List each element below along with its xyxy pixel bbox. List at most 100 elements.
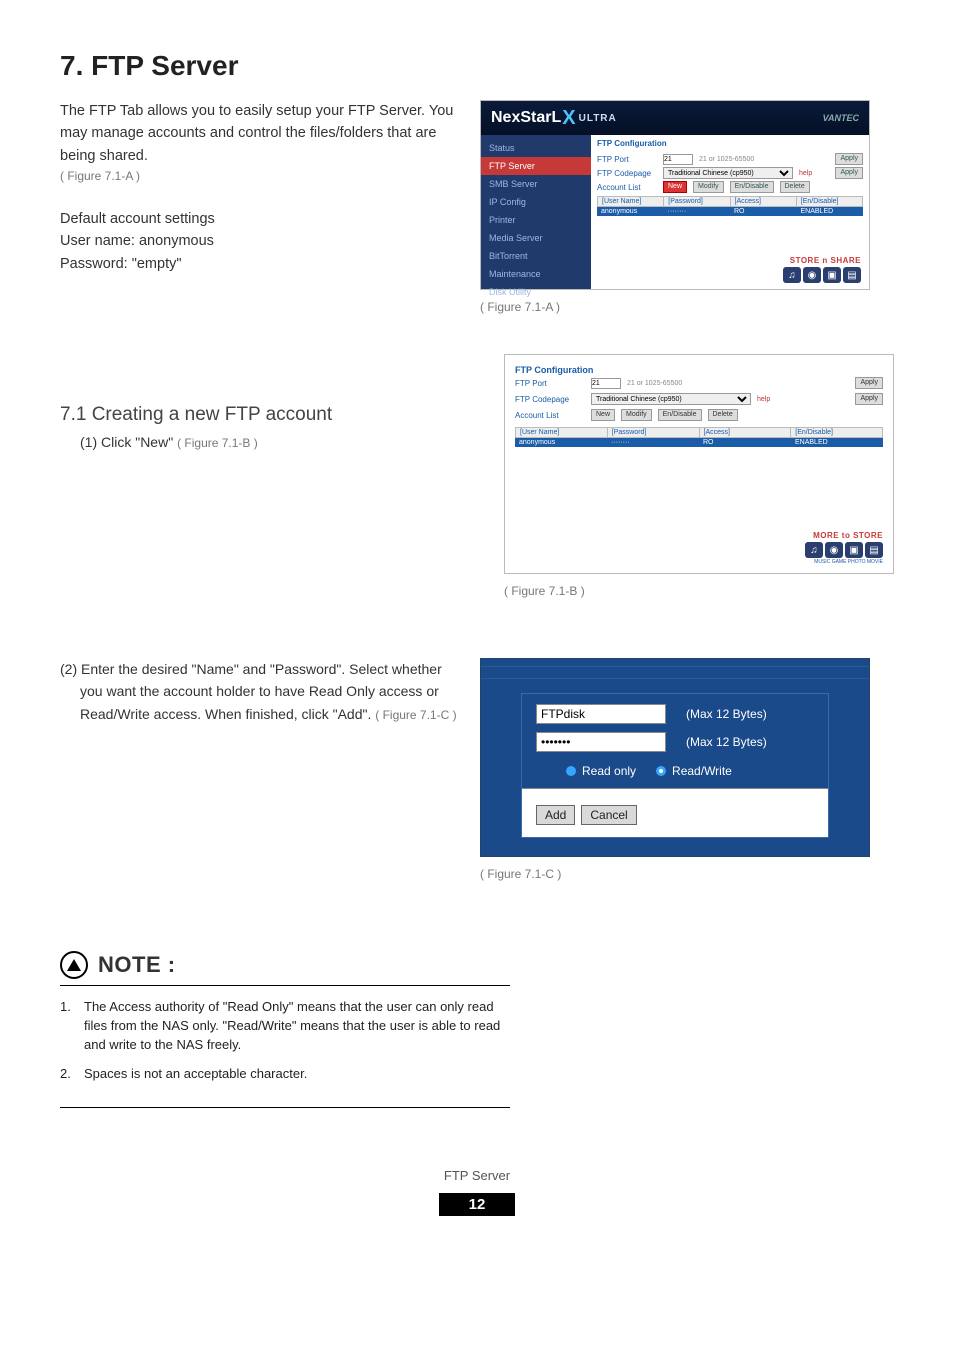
fig-b-caption: ( Figure 7.1-B ) bbox=[504, 584, 894, 598]
defaults-pass: Password: "empty" bbox=[60, 253, 460, 275]
port-label: FTP Port bbox=[597, 155, 657, 164]
codepage-label-b: FTP Codepage bbox=[515, 395, 585, 404]
row-pass: ········ bbox=[664, 207, 731, 216]
codepage-help[interactable]: help bbox=[799, 170, 812, 177]
codepage-select[interactable]: Traditional Chinese (cp950) bbox=[663, 167, 793, 179]
defaults-heading: Default account settings bbox=[60, 208, 460, 230]
radio-dot-ro bbox=[566, 766, 576, 776]
row-endis: ENABLED bbox=[797, 207, 864, 216]
port-input[interactable] bbox=[663, 154, 693, 165]
radio-dot-rw bbox=[656, 766, 666, 776]
cfg-title-b: FTP Configuration bbox=[515, 365, 883, 375]
endisable-button-b[interactable]: En/Disable bbox=[658, 409, 702, 421]
sidebar-item-status[interactable]: Status bbox=[481, 139, 591, 157]
screenshot-c: (Max 12 Bytes) (Max 12 Bytes) Read only bbox=[480, 658, 870, 857]
brand-ultra: ULTRA bbox=[579, 113, 617, 124]
name-input[interactable] bbox=[536, 704, 666, 724]
brand-vendor: VANTEC bbox=[823, 113, 859, 123]
sidebar-item-ip-config[interactable]: IP Config bbox=[481, 193, 591, 211]
acct-list-label: Account List bbox=[597, 183, 657, 192]
rw-label: Read/Write bbox=[672, 764, 732, 778]
codepage-select-b[interactable]: Traditional Chinese (cp950) bbox=[591, 393, 751, 405]
sidebar-item-smb-server[interactable]: SMB Server bbox=[481, 175, 591, 193]
brand-nexstar: NexStar bbox=[491, 109, 551, 127]
game-icon: ◉ bbox=[803, 267, 821, 283]
cfg-title: FTP Configuration bbox=[591, 135, 869, 152]
th-pass-b: [Password] bbox=[608, 428, 700, 437]
music-icon-b: ♫ bbox=[805, 542, 823, 558]
modify-button-b[interactable]: Modify bbox=[621, 409, 652, 421]
apply-port-b[interactable]: Apply bbox=[855, 377, 883, 389]
new-button[interactable]: New bbox=[663, 181, 687, 193]
row-endis-b: ENABLED bbox=[791, 438, 883, 447]
th-pass: [Password] bbox=[664, 197, 730, 206]
sidebar-item-disk-utility[interactable]: Disk Utility bbox=[481, 283, 591, 301]
acct-table-header: [User Name] [Password] [Access] [En/Disa… bbox=[597, 196, 863, 207]
add-button[interactable]: Add bbox=[536, 805, 575, 825]
step-2: (2) Enter the desired "Name" and "Passwo… bbox=[60, 658, 460, 725]
sidebar-item-printer[interactable]: Printer bbox=[481, 211, 591, 229]
password-input[interactable] bbox=[536, 732, 666, 752]
page-number: 12 bbox=[439, 1193, 516, 1216]
fig-a-ref-inline: ( Figure 7.1-A ) bbox=[60, 167, 460, 186]
cancel-button[interactable]: Cancel bbox=[581, 805, 636, 825]
music-icon: ♫ bbox=[783, 267, 801, 283]
radio-read-write[interactable]: Read/Write bbox=[656, 764, 732, 778]
new-button-b[interactable]: New bbox=[591, 409, 615, 421]
apply-port-button[interactable]: Apply bbox=[835, 153, 863, 165]
row-user-b: anonymous bbox=[515, 438, 607, 447]
fig-a-caption: ( Figure 7.1-A ) bbox=[480, 300, 870, 314]
th-access-b: [Access] bbox=[700, 428, 792, 437]
codepage-help-b[interactable]: help bbox=[757, 396, 770, 403]
note-triangle-icon bbox=[60, 951, 88, 979]
acct-table-row[interactable]: anonymous ········ RO ENABLED bbox=[597, 207, 863, 216]
endisable-button[interactable]: En/Disable bbox=[730, 181, 774, 193]
row-user: anonymous bbox=[597, 207, 664, 216]
port-hint-b: 21 or 1025-65500 bbox=[627, 380, 682, 387]
page-title: 7. FTP Server bbox=[60, 50, 894, 82]
th-user: [User Name] bbox=[598, 197, 664, 206]
port-hint: 21 or 1025-65500 bbox=[699, 156, 754, 163]
intro-text: The FTP Tab allows you to easily setup y… bbox=[60, 100, 460, 167]
screenshot-b: FTP Configuration FTP Port 21 or 1025-65… bbox=[504, 354, 894, 574]
photo-icon-b: ▣ bbox=[845, 542, 863, 558]
modify-button[interactable]: Modify bbox=[693, 181, 724, 193]
delete-button[interactable]: Delete bbox=[780, 181, 810, 193]
radio-read-only[interactable]: Read only bbox=[566, 764, 636, 778]
section-7-1-title: 7.1 Creating a new FTP account bbox=[60, 404, 460, 426]
th-access: [Access] bbox=[731, 197, 797, 206]
note-item: 2.Spaces is not an acceptable character. bbox=[60, 1065, 510, 1084]
row-access: RO bbox=[730, 207, 797, 216]
note-title: NOTE : bbox=[98, 952, 176, 978]
apply-codepage-button[interactable]: Apply bbox=[835, 167, 863, 179]
brand-l: L bbox=[551, 109, 561, 127]
sidebar-item-maintenance[interactable]: Maintenance bbox=[481, 265, 591, 283]
port-label-b: FTP Port bbox=[515, 379, 585, 388]
pass-max: (Max 12 Bytes) bbox=[686, 735, 767, 749]
sidebar-item-media-server[interactable]: Media Server bbox=[481, 229, 591, 247]
brand-x: X bbox=[562, 107, 575, 130]
screenshot-a: NexStar L X ULTRA VANTEC StatusFTP Serve… bbox=[480, 100, 870, 290]
th-endis-b: [En/Disable] bbox=[791, 428, 882, 437]
movie-icon: ▤ bbox=[843, 267, 861, 283]
movie-icon-b: ▤ bbox=[865, 542, 883, 558]
sidebar-item-ftp-server[interactable]: FTP Server bbox=[481, 157, 591, 175]
apply-codepage-b[interactable]: Apply bbox=[855, 393, 883, 405]
store-share-label: STORE n SHARE bbox=[783, 256, 861, 265]
codepage-label: FTP Codepage bbox=[597, 169, 657, 178]
note-item: 1.The Access authority of "Read Only" me… bbox=[60, 998, 510, 1055]
step-1: (1) Click "New" ( Figure 7.1-B ) bbox=[80, 434, 460, 450]
icon-caps: MUSIC GAME PHOTO MOVIE bbox=[805, 559, 883, 565]
delete-button-b[interactable]: Delete bbox=[708, 409, 738, 421]
port-input-b[interactable] bbox=[591, 378, 621, 389]
defaults-user: User name: anonymous bbox=[60, 230, 460, 252]
ro-label: Read only bbox=[582, 764, 636, 778]
th-user-b: [User Name] bbox=[516, 428, 608, 437]
more-to-store-label: MORE to STORE bbox=[805, 531, 883, 540]
game-icon-b: ◉ bbox=[825, 542, 843, 558]
name-max: (Max 12 Bytes) bbox=[686, 707, 767, 721]
acct-list-label-b: Account List bbox=[515, 411, 585, 420]
photo-icon: ▣ bbox=[823, 267, 841, 283]
sidebar-item-bittorrent[interactable]: BitTorrent bbox=[481, 247, 591, 265]
fig-c-caption: ( Figure 7.1-C ) bbox=[480, 867, 870, 881]
